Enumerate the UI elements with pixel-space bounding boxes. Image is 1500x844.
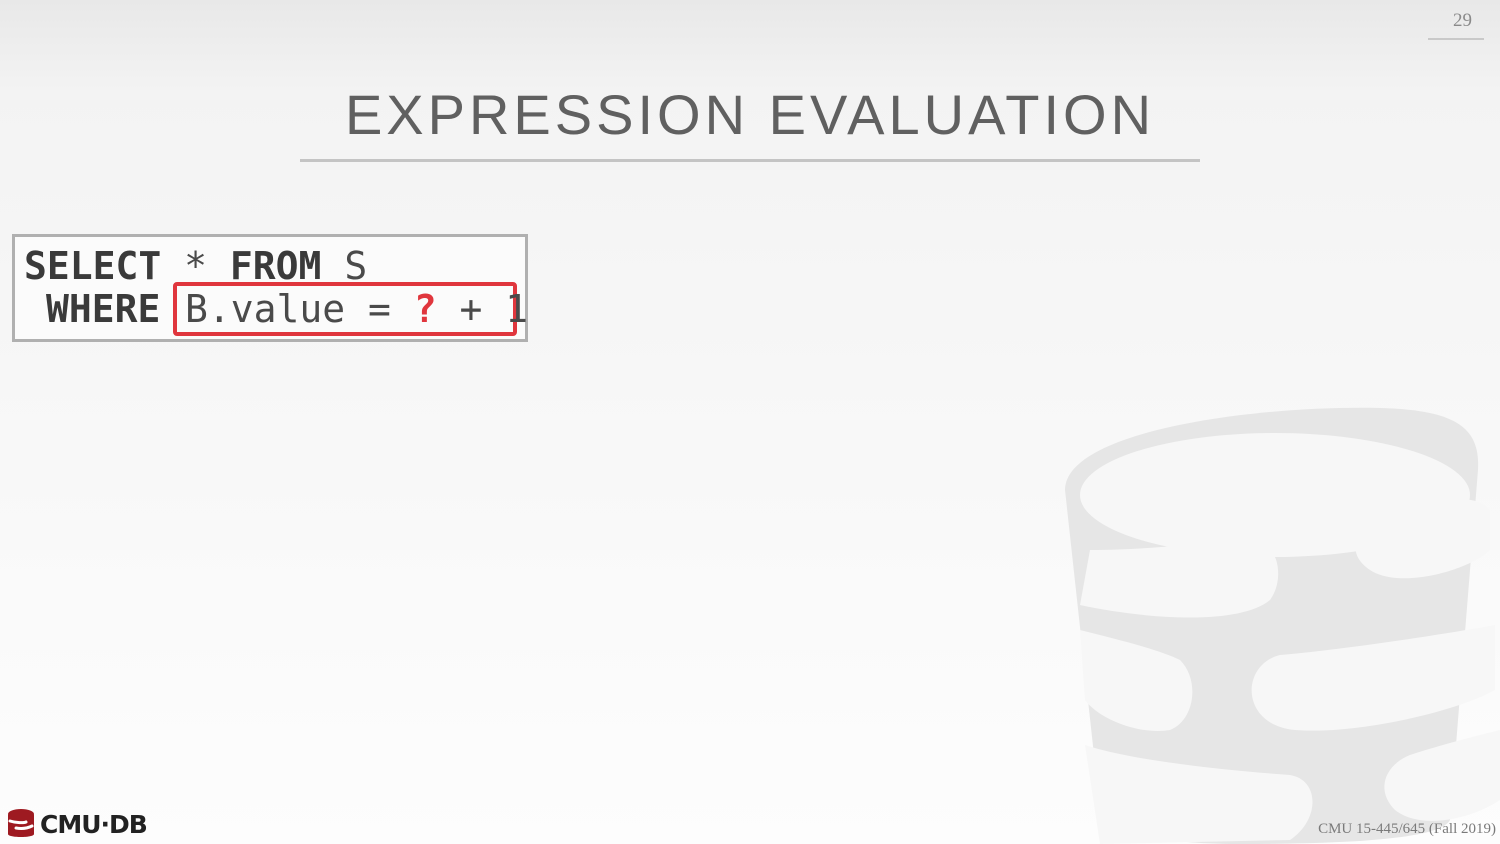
- sql-keyword-select: SELECT: [24, 244, 162, 288]
- slide-title: EXPRESSION EVALUATION: [344, 83, 1156, 146]
- sql-keyword-where: WHERE: [46, 287, 161, 331]
- highlighted-expression: B.value = ? + 1: [173, 282, 528, 336]
- slide-number: 29: [1428, 10, 1484, 40]
- expression-left: B.value =: [185, 287, 414, 331]
- title-underline: [300, 159, 1200, 162]
- parameter-placeholder: ?: [413, 287, 437, 331]
- database-watermark-icon: [1065, 407, 1500, 844]
- logo-text: CMU·DB: [40, 809, 148, 839]
- sql-query-box: SELECT * FROM S WHERE B.value = ? + 1: [12, 234, 528, 342]
- sql-line-where: WHERE: [46, 290, 160, 328]
- sql-line-select: SELECT * FROM S: [24, 247, 367, 285]
- course-footer: CMU 15-445/645 (Fall 2019): [1318, 821, 1496, 837]
- expression-text: B.value = ? + 1: [185, 290, 528, 328]
- cmu-db-logo: CMU·DB: [6, 806, 148, 842]
- database-logo-icon: [8, 809, 34, 837]
- expression-right: + 1: [436, 287, 529, 331]
